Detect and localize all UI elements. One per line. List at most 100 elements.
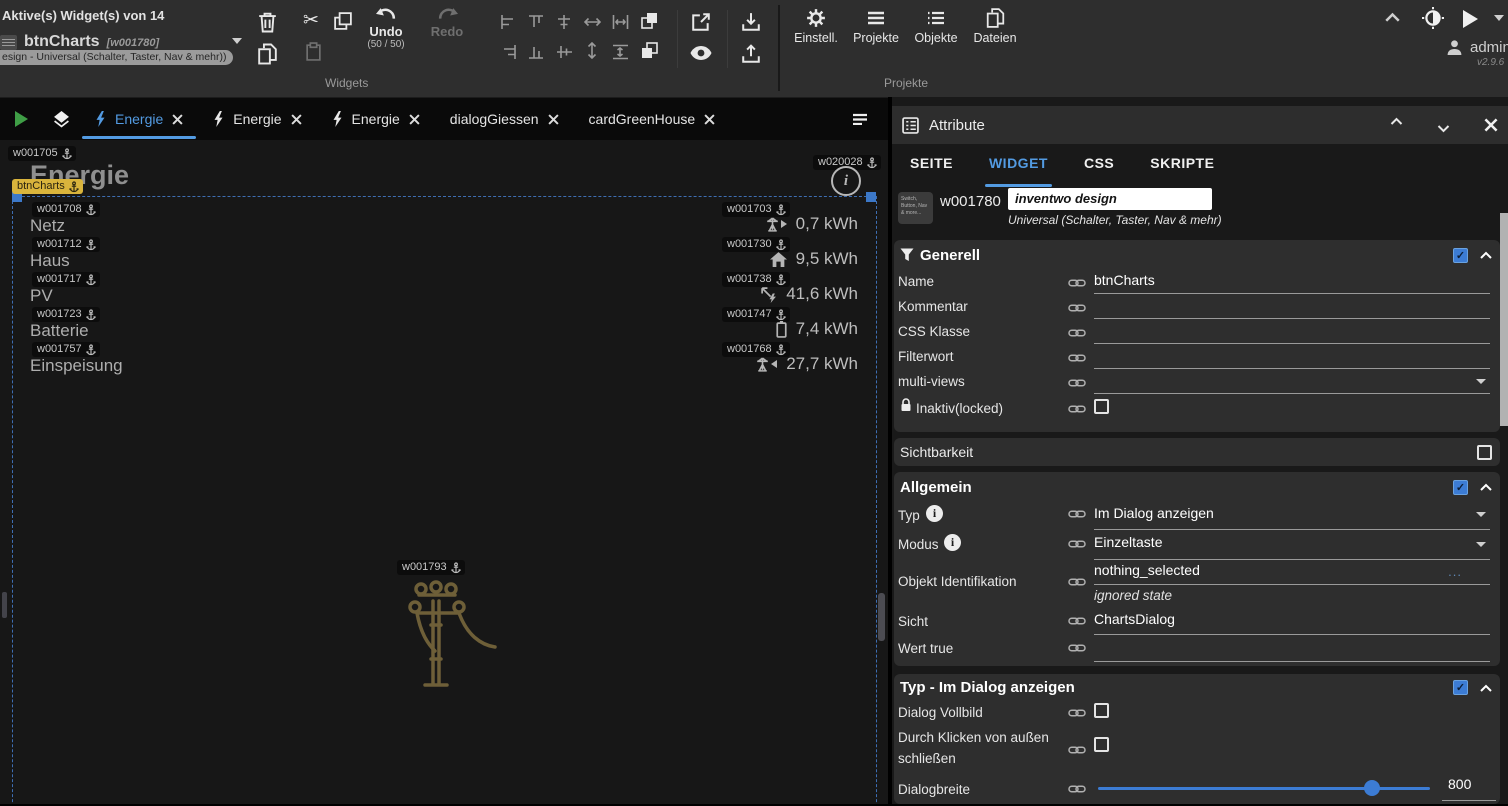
play-dropdown-caret[interactable]: [1494, 15, 1504, 21]
align-bottom-button[interactable]: [528, 44, 545, 60]
more-options-button[interactable]: ...: [1448, 564, 1462, 579]
tab-cardgreenhouse[interactable]: cardGreenHouse: [574, 98, 731, 140]
tab-skripte[interactable]: SKRIPTE: [1150, 155, 1214, 179]
anchor-badge[interactable]: w001708: [32, 202, 100, 217]
dialogbreite-slider-thumb[interactable]: [1364, 780, 1380, 796]
tab-css[interactable]: CSS: [1084, 155, 1114, 179]
spacing-horizontal-button[interactable]: [612, 14, 629, 30]
theme-toggle-button[interactable]: [1422, 7, 1444, 29]
sicht-input[interactable]: ChartsDialog: [1094, 611, 1175, 627]
paste-button[interactable]: [305, 42, 322, 61]
link-icon[interactable]: [1068, 577, 1086, 587]
tab-dialoggiessen[interactable]: dialogGiessen: [435, 98, 574, 140]
dropdown-caret-icon[interactable]: [1476, 542, 1486, 547]
link-icon[interactable]: [1068, 404, 1086, 414]
typ-select[interactable]: Im Dialog anzeigen: [1094, 505, 1214, 521]
close-tab-icon[interactable]: [172, 114, 183, 125]
link-icon[interactable]: [1068, 745, 1086, 755]
filterwort-input[interactable]: [1094, 368, 1490, 369]
selection-handle-topright[interactable]: [866, 192, 876, 202]
link-icon[interactable]: [1068, 328, 1086, 338]
bring-to-front-button[interactable]: [641, 12, 659, 30]
link-icon[interactable]: [1068, 643, 1086, 653]
link-icon[interactable]: [1068, 353, 1086, 363]
info-icon[interactable]: i: [831, 166, 861, 196]
expand-panel-icon[interactable]: [1390, 117, 1403, 125]
selected-widget-badge[interactable]: btnCharts: [12, 179, 83, 194]
link-icon[interactable]: [1068, 784, 1086, 794]
link-icon[interactable]: [1068, 278, 1086, 288]
panel-vertical-scrollbar[interactable]: [1500, 213, 1508, 426]
link-icon[interactable]: [1068, 378, 1086, 388]
tab-menu-icon[interactable]: [832, 98, 888, 140]
tab-widget[interactable]: WIDGET: [989, 155, 1048, 179]
tab-energie-3[interactable]: Energie: [317, 98, 435, 140]
align-center-vertical-button[interactable]: [556, 44, 573, 60]
spacing-vertical-button[interactable]: [612, 44, 629, 60]
visibility-toggle-button[interactable]: [690, 46, 712, 60]
open-preview-button[interactable]: [691, 12, 711, 32]
align-right-button[interactable]: [500, 44, 517, 60]
objekt-identifikation-value[interactable]: nothing_selected: [1094, 562, 1200, 578]
inaktiv-checkbox[interactable]: [1094, 399, 1109, 414]
align-left-button[interactable]: [500, 14, 517, 30]
export-button[interactable]: [741, 44, 761, 64]
anchor-badge[interactable]: w001723: [32, 307, 100, 322]
section-sichtbarkeit[interactable]: Sichtbarkeit: [894, 438, 1500, 466]
anchor-badge[interactable]: w001712: [32, 237, 100, 252]
section-enabled-checkbox[interactable]: [1453, 680, 1468, 695]
play-button[interactable]: [1463, 10, 1478, 28]
dialogbreite-value[interactable]: 800: [1448, 776, 1471, 792]
run-page-button[interactable]: [0, 98, 42, 140]
info-icon[interactable]: [926, 505, 943, 522]
distribute-vertical-button[interactable]: [586, 42, 598, 59]
projects-button[interactable]: Projekte: [847, 8, 905, 45]
wert-true-input[interactable]: [1094, 661, 1490, 662]
close-tab-icon[interactable]: [291, 114, 302, 125]
dropdown-caret-icon[interactable]: [1476, 379, 1486, 384]
modus-select[interactable]: Einzeltaste: [1094, 534, 1162, 550]
collapse-panel-icon[interactable]: [1437, 125, 1450, 133]
widget-selector-dropdown[interactable]: btnCharts [w001780]: [0, 33, 176, 51]
dialogbreite-slider-track[interactable]: [1098, 787, 1430, 790]
sichtbarkeit-checkbox[interactable]: [1477, 445, 1492, 460]
name-input[interactable]: btnCharts: [1094, 272, 1155, 288]
close-outside-click-checkbox[interactable]: [1094, 737, 1109, 752]
css-klasse-input[interactable]: [1094, 343, 1490, 344]
send-to-back-button[interactable]: [641, 42, 659, 60]
link-icon[interactable]: [1068, 509, 1086, 519]
anchor-badge[interactable]: w001757: [32, 342, 100, 357]
settings-button[interactable]: Einstell.: [787, 8, 845, 45]
page-anchor-badge[interactable]: w001705: [8, 146, 76, 161]
link-icon[interactable]: [1068, 708, 1086, 718]
collapse-section-icon[interactable]: [1480, 251, 1492, 259]
close-panel-icon[interactable]: [1484, 118, 1498, 132]
close-tab-icon[interactable]: [704, 114, 715, 125]
distribute-horizontal-button[interactable]: [584, 16, 601, 28]
align-top-button[interactable]: [528, 14, 545, 30]
tab-energie-2[interactable]: Energie: [198, 98, 316, 140]
kommentar-input[interactable]: [1094, 318, 1490, 319]
copy-button[interactable]: [334, 12, 352, 30]
anchor-badge[interactable]: w001717: [32, 272, 100, 287]
tab-energie-1[interactable]: Energie: [80, 98, 198, 140]
dropdown-caret-icon[interactable]: [1476, 512, 1486, 517]
attribute-panel-header[interactable]: Attribute: [892, 106, 1508, 144]
info-icon[interactable]: [944, 534, 961, 551]
link-icon[interactable]: [1068, 303, 1086, 313]
multi-views-select[interactable]: [1094, 393, 1490, 394]
tab-seite[interactable]: SEITE: [910, 155, 953, 179]
user-menu[interactable]: admin: [1446, 39, 1508, 56]
layers-icon[interactable]: [42, 98, 80, 140]
undo-button[interactable]: Undo (50 / 50): [362, 8, 410, 50]
canvas-vertical-scrollbar[interactable]: [878, 593, 885, 641]
close-tab-icon[interactable]: [409, 114, 420, 125]
collapse-section-icon[interactable]: [1480, 483, 1492, 491]
align-center-horizontal-button[interactable]: [556, 14, 573, 30]
files-button[interactable]: Dateien: [966, 8, 1024, 45]
objects-button[interactable]: Objekte: [907, 8, 965, 45]
dialog-vollbild-checkbox[interactable]: [1094, 703, 1109, 718]
close-tab-icon[interactable]: [548, 114, 559, 125]
redo-button[interactable]: Redo: [423, 8, 471, 39]
link-icon[interactable]: [1068, 616, 1086, 626]
